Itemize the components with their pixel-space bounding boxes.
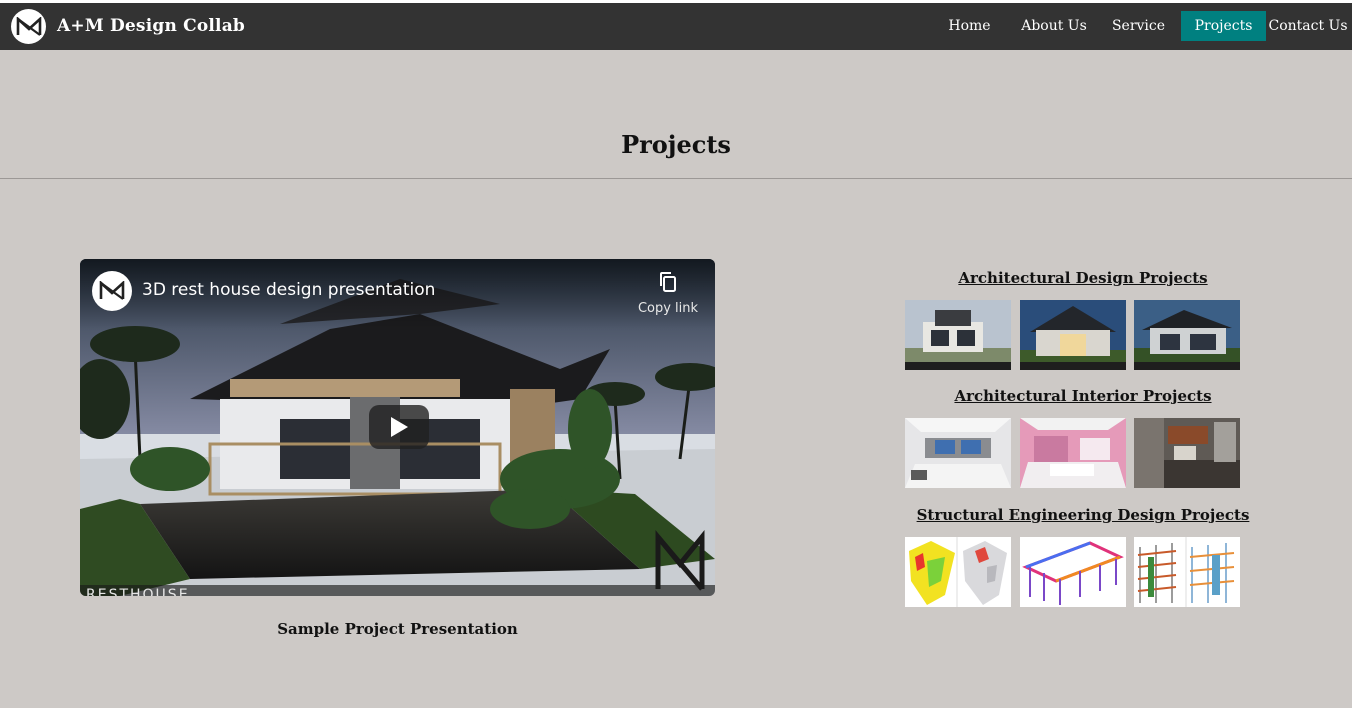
nav-projects[interactable]: Projects — [1181, 11, 1266, 41]
video-watermark: RESTHOUSE — [86, 587, 190, 596]
copy-link-label: Copy link — [637, 301, 699, 316]
nav-service[interactable]: Service — [1106, 11, 1171, 41]
copy-link-button[interactable]: Copy link — [628, 271, 708, 316]
thumb-house-exterior-2[interactable] — [1020, 300, 1126, 370]
architectural-interior-heading[interactable]: Architectural Interior Projects — [905, 387, 1261, 405]
thumb-house-exterior-3[interactable] — [1134, 300, 1240, 370]
thumb-bedroom-blue[interactable] — [905, 418, 1011, 488]
thumb-house-exterior-1[interactable] — [905, 300, 1011, 370]
copy-icon — [660, 272, 676, 292]
nav-about-us[interactable]: About Us — [1015, 11, 1093, 41]
brand-name[interactable]: A+M Design Collab — [57, 16, 245, 36]
video-player[interactable]: 3D rest house design presentation Copy l… — [80, 259, 715, 596]
play-button[interactable] — [369, 405, 429, 449]
am-logo-icon[interactable] — [11, 9, 46, 44]
thumb-structural-frame-3[interactable] — [1134, 537, 1240, 607]
structural-engineering-heading[interactable]: Structural Engineering Design Projects — [905, 506, 1261, 524]
thumb-structural-frame-2[interactable] — [1020, 537, 1126, 607]
navbar: A+M Design Collab Home About Us Service … — [0, 3, 1352, 50]
thumb-structural-model-1[interactable] — [905, 537, 1011, 607]
thumb-bedroom-pink[interactable] — [1020, 418, 1126, 488]
nav-contact-us[interactable]: Contact Us — [1268, 11, 1348, 41]
page-title: Projects — [621, 130, 731, 159]
architectural-design-heading[interactable]: Architectural Design Projects — [905, 269, 1261, 287]
video-caption: Sample Project Presentation — [277, 620, 518, 638]
title-divider — [0, 178, 1352, 179]
thumb-kitchen[interactable] — [1134, 418, 1240, 488]
video-title[interactable]: 3D rest house design presentation — [142, 280, 435, 300]
nav-home[interactable]: Home — [939, 11, 1000, 41]
play-icon — [391, 417, 408, 437]
channel-avatar-icon[interactable] — [92, 271, 132, 311]
